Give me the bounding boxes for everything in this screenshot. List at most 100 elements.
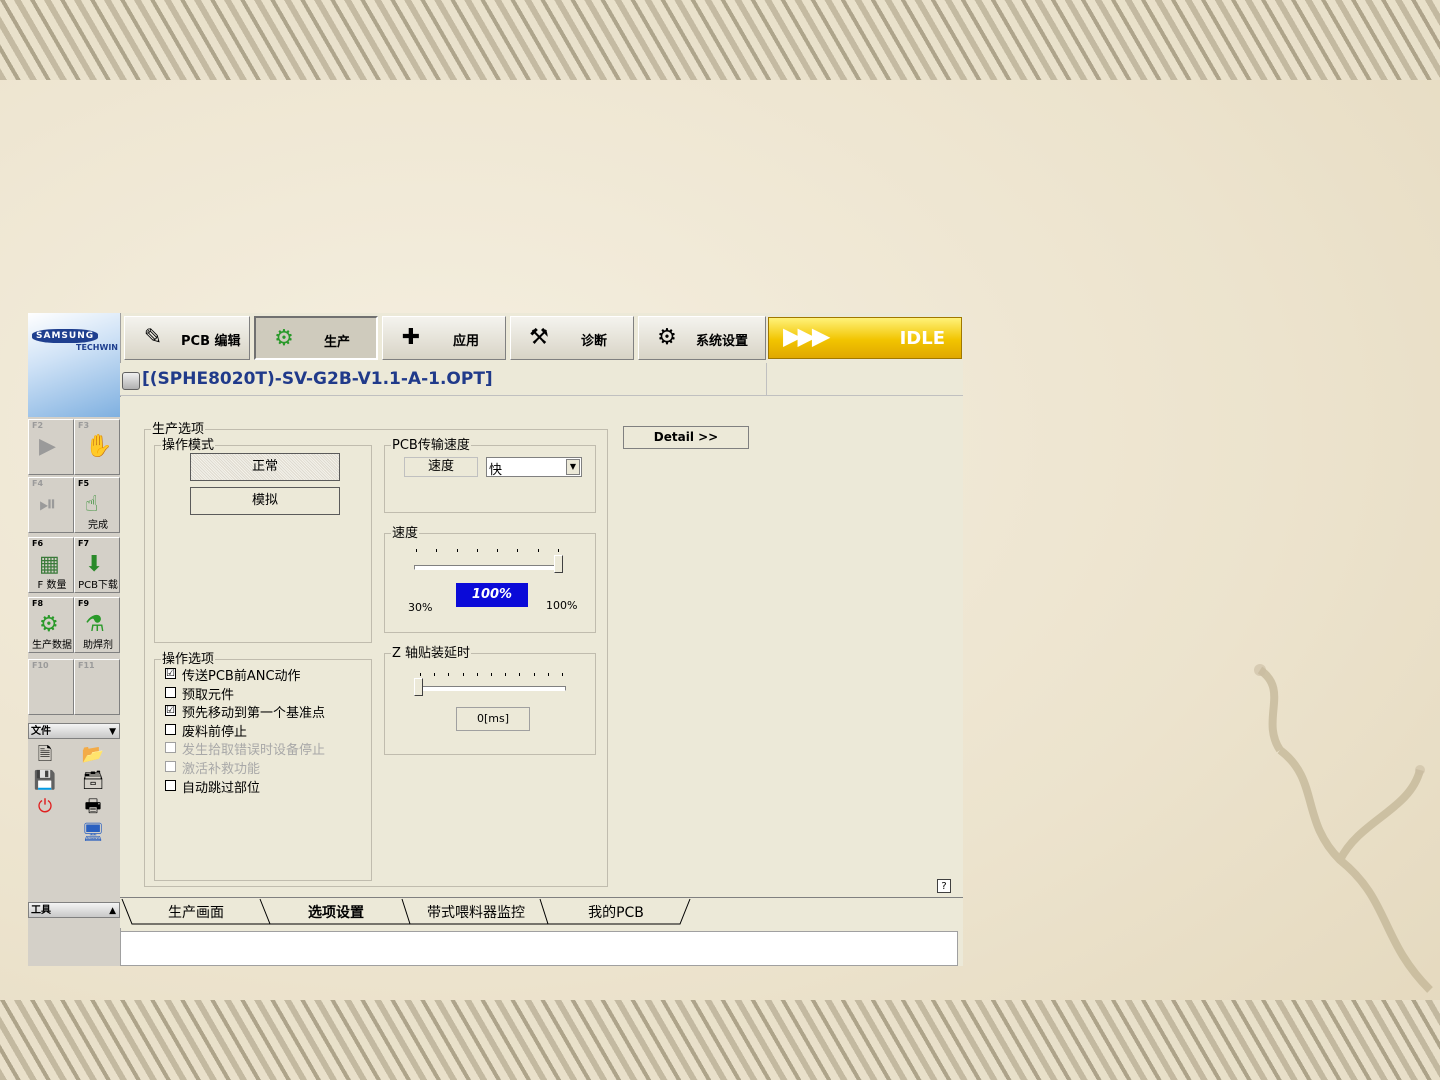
slider-tick (476, 673, 478, 676)
f6-count-button[interactable]: F6 ▦ F 数量 (28, 537, 74, 593)
fkey-caption: 助焊剂 (83, 640, 113, 651)
slider-tick (562, 673, 563, 676)
fkey-caption: F 数量 (37, 580, 67, 591)
option-label: 传送PCB前ANC动作 (182, 669, 301, 684)
slider-tick (416, 549, 417, 552)
option-checkbox[interactable] (165, 779, 176, 791)
speed-current-value: 100% (456, 583, 528, 607)
machine-status-indicator: ▶▶▶ IDLE (768, 317, 962, 359)
slider-tick (505, 673, 507, 676)
f4-step-button[interactable]: F4 ⏯ (28, 477, 74, 533)
power-off-icon[interactable]: ⏻ (30, 795, 60, 819)
slider-tick (533, 673, 535, 676)
finish-hand-icon: ☝ (85, 492, 99, 517)
toolbar-label: 系统设置 (696, 334, 749, 349)
file-section-header[interactable]: 文件 ▼ (28, 723, 120, 739)
fkey-label: F9 (78, 599, 90, 608)
new-document-icon[interactable]: 🗎 (30, 743, 60, 767)
toolbar-label: PCB 编辑 (181, 334, 241, 349)
option-label: 预取元件 (182, 687, 235, 703)
toolbar-label: 生产 (324, 335, 351, 350)
option-checkbox[interactable] (165, 761, 176, 772)
slider-tick (434, 673, 436, 676)
window-state-icon (122, 372, 140, 390)
toolbar-label: 诊断 (581, 334, 608, 349)
tab-production-screen[interactable]: 生产画面 (146, 900, 246, 926)
option-checkbox[interactable] (165, 723, 176, 735)
plum-branch-decoration (1254, 664, 1433, 993)
speed-slider-thumb[interactable] (554, 555, 563, 573)
normal-mode-button[interactable]: 正常 (190, 453, 340, 481)
save-icon[interactable]: 💾 (30, 769, 60, 793)
toolbar-production[interactable]: ⚙ 生产 (254, 316, 378, 360)
tab-tape-feeder-monitor[interactable]: 带式喂料器监控 (414, 900, 538, 926)
f3-stop-button[interactable]: F3 ✋ (74, 419, 120, 475)
application-icon: ✚ (401, 325, 421, 350)
toolbar-system-settings[interactable]: ⚙ 系统设置 (638, 316, 766, 360)
pcb-speed-select[interactable]: 快 ▼ (486, 457, 582, 478)
speed-label-box: 速度 (404, 457, 478, 477)
f10-button[interactable]: F10 (28, 659, 74, 715)
production-data-icon: ⚙ (39, 612, 59, 637)
z-delay-value: 0[ms] (456, 707, 530, 731)
production-options-legend: 生产选项 (152, 422, 205, 437)
f11-button[interactable]: F11 (74, 659, 120, 715)
logo-brand: SAMSUNG (32, 329, 99, 343)
detail-button[interactable]: Detail >> (623, 426, 749, 449)
z-delay-slider-thumb[interactable] (414, 678, 423, 696)
speed-max-label: 100% (546, 599, 578, 612)
step-play-icon: ⏯ (39, 492, 57, 517)
status-text: IDLE (899, 328, 945, 349)
pcb-speed-legend: PCB传输速度 (392, 438, 470, 453)
option-checkbox[interactable] (165, 742, 176, 754)
open-folder-icon[interactable]: 📂 (78, 743, 108, 767)
speed-min-label: 30% (408, 601, 433, 614)
tools-section-header[interactable]: 工具 ▲ (28, 902, 120, 918)
toolbar-pcb-edit[interactable]: ✎ PCB 编辑 (124, 316, 250, 360)
file-title: [(SPHE8020T)-SV-G2B-V1.1-A-1.OPT] (142, 369, 493, 389)
chevron-down-icon[interactable]: ▼ (566, 459, 580, 475)
slider-tick (448, 673, 450, 676)
options-content: 生产选项 操作模式 正常 模拟 PCB传输速度 速度 快 ▼ 速度 30% 10… (120, 397, 963, 897)
speed-group: 速度 (384, 527, 596, 633)
option-checkbox[interactable]: ☑ (165, 668, 176, 679)
expand-arrow-icon: ▲ (109, 906, 116, 916)
f8-production-data-button[interactable]: F8 ⚙ 生产数据 (28, 597, 74, 653)
fkey-label: F5 (78, 479, 90, 488)
tab-my-pcb[interactable]: 我的PCB (566, 900, 666, 926)
f7-pcb-download-button[interactable]: F7 ⬇ PCB下载 (74, 537, 120, 593)
print-icon[interactable]: 🖶 (78, 795, 108, 819)
z-delay-slider-track[interactable] (418, 686, 566, 691)
slider-tick (547, 673, 549, 676)
f9-flux-button[interactable]: F9 ⚗ 助焊剂 (74, 597, 120, 653)
status-arrows-icon: ▶▶▶ (783, 322, 830, 350)
option-label: 自动跳过部位 (182, 780, 261, 796)
file-section-label: 文件 (31, 726, 51, 737)
save-as-icon[interactable]: 🗃 (78, 769, 108, 793)
collapse-arrow-icon: ▼ (109, 727, 116, 737)
option-label: 发生拾取错误时设备停止 (182, 743, 326, 759)
option-checkbox[interactable] (165, 686, 176, 698)
tab-option-settings[interactable]: 选项设置 (286, 900, 386, 926)
option-label: 预先移动到第一个基准点 (182, 706, 326, 722)
z-delay-legend: Z 轴贴装延时 (392, 646, 471, 661)
toolbar-diagnosis[interactable]: ⚒ 诊断 (510, 316, 634, 360)
bottom-tab-bar: 生产画面 选项设置 带式喂料器监控 我的PCB (120, 897, 963, 928)
left-sidebar: SAMSUNG TECHWIN F2 ▶ F3 ✋ F4 ⏯ F5 ☝ 完成 F… (28, 313, 121, 966)
f5-finish-button[interactable]: F5 ☝ 完成 (74, 477, 120, 533)
simulate-mode-button[interactable]: 模拟 (190, 487, 340, 515)
system-settings-icon: ⚙ (657, 325, 677, 350)
toolbar-application[interactable]: ✚ 应用 (382, 316, 506, 360)
hand-stop-icon: ✋ (85, 434, 113, 459)
file-titlebar: [(SPHE8020T)-SV-G2B-V1.1-A-1.OPT] (120, 363, 963, 396)
logo-sub: TECHWIN (76, 343, 118, 352)
speed-slider-track[interactable] (414, 565, 562, 570)
slider-tick (462, 673, 464, 676)
fkey-caption: 生产数据 (32, 640, 72, 651)
tools-section-label: 工具 (31, 905, 51, 916)
slider-tick (476, 549, 478, 552)
computer-icon[interactable]: 🖥 (78, 821, 108, 845)
f2-play-button[interactable]: F2 ▶ (28, 419, 74, 475)
option-checkbox[interactable]: ☑ (165, 705, 176, 717)
help-button[interactable]: ? (937, 879, 951, 893)
